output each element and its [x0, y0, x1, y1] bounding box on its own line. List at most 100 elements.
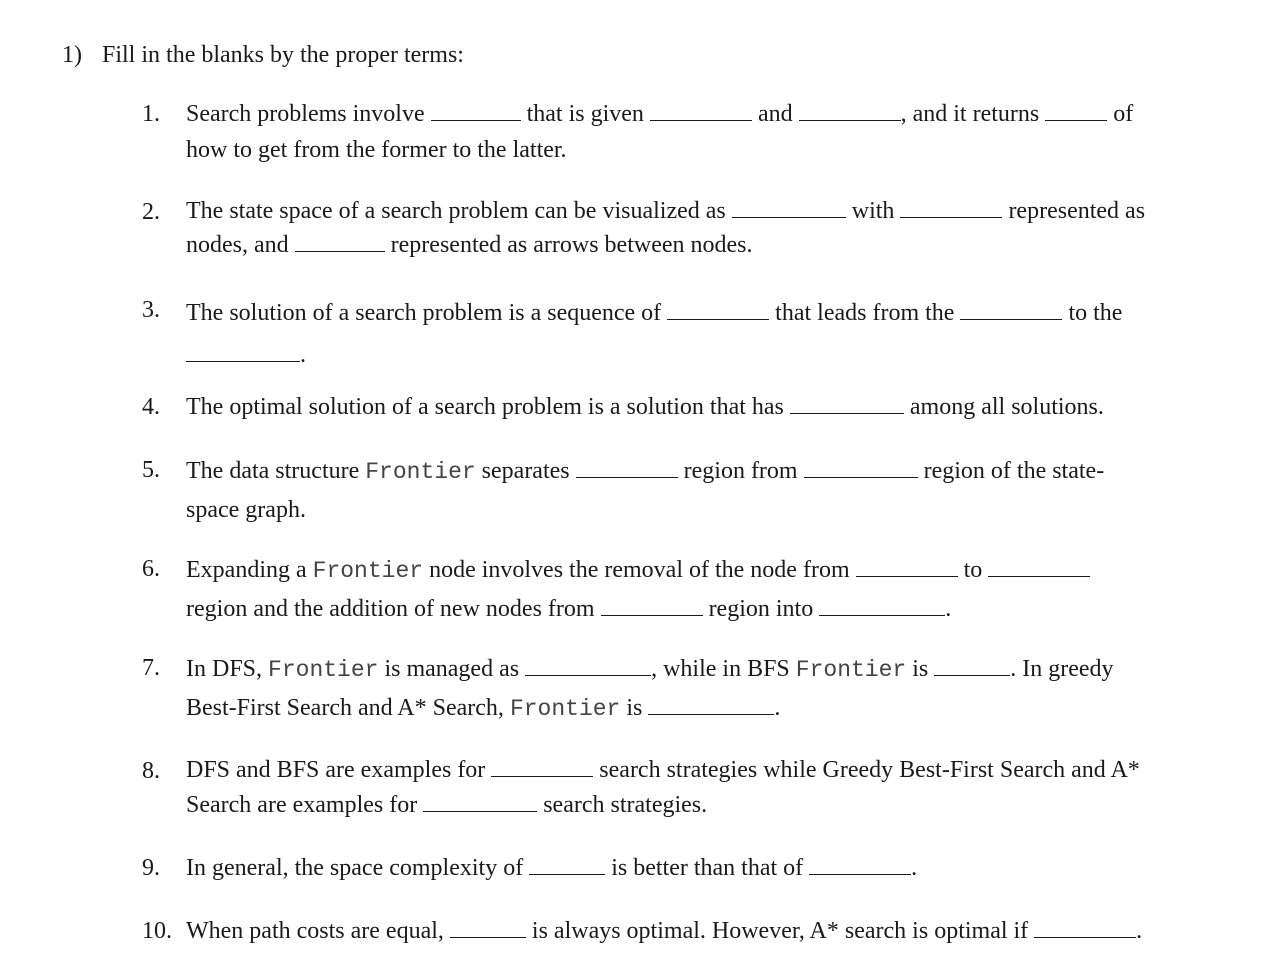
- item-text: is managed as: [384, 656, 520, 682]
- item-number: 2.: [142, 199, 160, 225]
- list-item: 2. The state space of a search problem c…: [142, 194, 1202, 262]
- blank-field[interactable]: [1045, 100, 1108, 121]
- frontier-code: Frontier: [268, 657, 379, 683]
- item-number: 6.: [142, 556, 160, 582]
- list-item: 7. In DFS, Frontier is managed as , while…: [142, 650, 1202, 728]
- blank-field[interactable]: [1034, 917, 1137, 938]
- item-text: with: [851, 198, 895, 224]
- blank-field[interactable]: [960, 299, 1063, 320]
- item-text: Best-First Search and A* Search,: [186, 695, 504, 721]
- blank-field[interactable]: [529, 854, 606, 875]
- item-text: that leads from the: [775, 300, 955, 326]
- blank-field[interactable]: [648, 694, 775, 715]
- frontier-code: Frontier: [795, 657, 907, 683]
- blank-field[interactable]: [819, 595, 946, 616]
- blank-field[interactable]: [803, 457, 918, 478]
- question-number: 1): [62, 42, 82, 68]
- question-heading: 1) Fill in the blanks by the proper terms…: [62, 38, 464, 72]
- blank-field[interactable]: [491, 756, 594, 777]
- item-text: .: [1136, 918, 1143, 944]
- item-text: to: [963, 557, 983, 583]
- item-text: In general, the space complexity of: [186, 855, 524, 881]
- item-text: and: [757, 101, 793, 127]
- item-text: search strategies.: [543, 792, 708, 818]
- item-text: among all solutions.: [909, 394, 1104, 420]
- item-text: The solution of a search problem is a se…: [186, 300, 662, 326]
- item-text: .: [774, 695, 781, 721]
- item-text: The state space of a search problem can …: [186, 198, 726, 224]
- blank-field[interactable]: [449, 917, 526, 938]
- list-item: 6. Expanding a Frontier node involves th…: [142, 551, 1202, 628]
- blank-field[interactable]: [525, 655, 652, 676]
- frontier-code: Frontier: [312, 558, 424, 584]
- item-text: how to get from the former to the latter…: [186, 137, 567, 163]
- blank-field[interactable]: [934, 655, 1011, 676]
- item-text: Search problems involve: [186, 101, 425, 127]
- item-text: .: [911, 855, 918, 881]
- item-text: region into: [708, 596, 814, 622]
- item-text: search strategies while Greedy Best-Firs…: [599, 757, 1140, 783]
- item-text: In DFS,: [186, 656, 263, 682]
- item-text: region of the state-: [923, 458, 1105, 484]
- list-item: 3. The solution of a search problem is a…: [142, 292, 1202, 376]
- item-text: region and the addition of new nodes fro…: [186, 596, 595, 622]
- blank-field[interactable]: [809, 854, 912, 875]
- item-number: 8.: [142, 758, 160, 784]
- item-text: node involves the removal of the node fr…: [429, 557, 850, 583]
- blank-field[interactable]: [798, 100, 901, 121]
- blank-field[interactable]: [294, 231, 385, 252]
- item-number: 3.: [142, 297, 160, 323]
- item-text: The optimal solution of a search problem…: [186, 394, 784, 420]
- list-item: 9. In general, the space complexity of is…: [142, 850, 1202, 886]
- item-text: The data structure: [186, 458, 360, 484]
- blank-field[interactable]: [423, 791, 538, 812]
- blank-field[interactable]: [789, 393, 904, 414]
- item-number: 9.: [142, 855, 160, 881]
- blank-field[interactable]: [575, 457, 678, 478]
- frontier-code: Frontier: [365, 459, 476, 485]
- item-number: 7.: [142, 655, 160, 681]
- item-text: that is given: [526, 101, 644, 127]
- blank-field[interactable]: [186, 341, 300, 362]
- item-text: is always optimal. However, A* search is…: [531, 918, 1029, 944]
- item-text: is: [912, 656, 929, 682]
- item-text: , while in BFS: [651, 656, 790, 682]
- item-text: of: [1113, 101, 1134, 127]
- list-item: 4. The optimal solution of a search prob…: [142, 389, 1202, 425]
- blank-field[interactable]: [988, 556, 1091, 577]
- item-text: When path costs are equal,: [186, 918, 444, 944]
- item-text: .: [945, 596, 952, 622]
- item-text: space graph.: [186, 497, 306, 523]
- item-text: region from: [683, 458, 798, 484]
- item-number: 10.: [142, 918, 172, 944]
- item-text: .: [300, 342, 306, 368]
- item-text: represented as: [1008, 198, 1146, 224]
- item-text: Search are examples for: [186, 792, 418, 818]
- blank-field[interactable]: [855, 556, 958, 577]
- blank-field[interactable]: [430, 100, 521, 121]
- blank-field[interactable]: [667, 299, 770, 320]
- blank-field[interactable]: [600, 595, 703, 616]
- question-title: Fill in the blanks by the proper terms:: [102, 42, 464, 68]
- item-text: Expanding a: [186, 557, 307, 583]
- item-text: DFS and BFS are examples for: [186, 757, 486, 783]
- item-text: , and it returns: [900, 101, 1040, 127]
- blank-field[interactable]: [900, 197, 1003, 218]
- item-text: to the: [1068, 300, 1123, 326]
- item-text: is better than that of: [611, 855, 804, 881]
- item-number: 5.: [142, 457, 160, 483]
- frontier-code: Frontier: [509, 696, 621, 722]
- blank-field[interactable]: [649, 100, 752, 121]
- item-number: 1.: [142, 101, 160, 127]
- item-text: separates: [481, 458, 570, 484]
- list-item: 1. Search problems involve that is given a…: [142, 96, 1202, 168]
- list-item: 5. The data structure Frontier separates…: [142, 452, 1202, 529]
- list-item: 10. When path costs are equal, is always …: [142, 913, 1202, 949]
- list-item: 8. DFS and BFS are examples for search st…: [142, 753, 1202, 823]
- blank-field[interactable]: [731, 197, 846, 218]
- item-number: 4.: [142, 394, 160, 420]
- item-text: represented as arrows between nodes.: [390, 232, 753, 258]
- item-text: nodes, and: [186, 232, 289, 258]
- item-text: . In greedy: [1010, 656, 1114, 682]
- item-text: is: [626, 695, 643, 721]
